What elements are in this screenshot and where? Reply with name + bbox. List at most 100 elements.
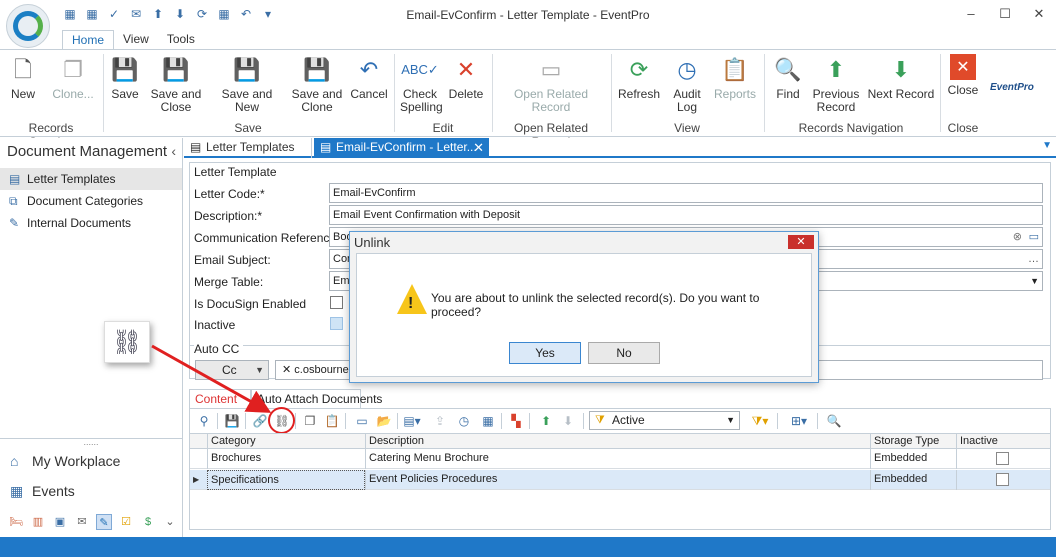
layout-dropdown-icon[interactable]: ⊞▾	[785, 412, 813, 430]
column-header-category[interactable]: Category	[207, 434, 365, 450]
tab-tools[interactable]: Tools	[158, 30, 204, 50]
bed-icon[interactable]: 🛏	[8, 514, 24, 530]
merge-table-label: Merge Table:	[194, 275, 264, 289]
audit-log-button[interactable]: ◷ Audit Log	[667, 54, 707, 114]
undo-arrow-icon: ↶	[359, 56, 379, 82]
building-icon[interactable]: ▥	[30, 514, 46, 530]
email-icon[interactable]: ✉	[74, 514, 90, 530]
paste-icon[interactable]: 📋	[323, 412, 341, 430]
table-row[interactable]: Brochures Catering Menu Brochure Embedde…	[190, 449, 1050, 469]
tab-email-evconfirm[interactable]: ▤ Email-EvConfirm - Letter... ✕	[314, 138, 489, 158]
document-tabs: ▤ Letter Templates ▤ Email-EvConfirm - L…	[184, 138, 1056, 158]
group-view: View	[674, 121, 700, 135]
cc-type-select[interactable]: Cc ▼	[195, 360, 269, 380]
tab-letter-templates[interactable]: ▤ Letter Templates	[184, 138, 312, 158]
check-spelling-button[interactable]: ABC✓ Check Spelling	[400, 54, 443, 114]
table-row[interactable]: ▶ Specifications Event Policies Procedur…	[190, 470, 1050, 490]
collapse-panel-icon[interactable]: ‹	[171, 143, 176, 159]
preview-icon[interactable]: 🔍	[825, 412, 843, 430]
remove-token-icon[interactable]: ✕	[282, 364, 291, 376]
history-icon[interactable]: ◷	[455, 412, 473, 430]
tab-view[interactable]: View	[114, 30, 158, 50]
tab-home[interactable]: Home	[62, 30, 115, 50]
yes-button[interactable]: Yes	[509, 342, 581, 364]
splitter-grip[interactable]: ......	[0, 438, 182, 447]
checklist-icon[interactable]: ☑	[118, 514, 134, 530]
column-header-storage-type[interactable]: Storage Type	[870, 434, 956, 450]
group-records-navigation: Records Navigation	[798, 121, 904, 135]
no-button[interactable]: No	[588, 342, 660, 364]
minimize-button[interactable]: –	[954, 0, 988, 28]
reports-button[interactable]: 📋 Reports	[712, 54, 758, 101]
unlink-callout-icon: ⛓	[104, 321, 150, 363]
column-header-inactive[interactable]: Inactive	[956, 434, 1050, 450]
save-layout-icon[interactable]: 💾	[223, 412, 241, 430]
move-down-icon[interactable]: ⬇	[559, 412, 577, 430]
previous-record-button[interactable]: ⬆ Previous Record	[812, 54, 860, 114]
invoice-icon[interactable]: $	[140, 514, 156, 530]
link-icon[interactable]: 🔗	[251, 412, 269, 430]
dialog-close-button[interactable]: ✕	[788, 235, 814, 249]
group-edit: Edit	[432, 121, 454, 135]
close-button[interactable]: ✕ Close	[944, 54, 982, 97]
section-title: Letter Template	[194, 165, 277, 179]
calendar-icon: ▦	[10, 483, 24, 499]
delete-button[interactable]: ✕ Delete	[446, 54, 486, 101]
tab-list-dropdown-icon[interactable]: ▼	[1042, 140, 1052, 151]
sidebar-item-letter-templates[interactable]: ▤ Letter Templates	[0, 168, 182, 190]
sidebar-item-document-categories[interactable]: ⧉ Document Categories	[0, 190, 182, 212]
ellipsis-button[interactable]: …	[1028, 250, 1039, 268]
save-button[interactable]: 💾 Save	[108, 54, 142, 101]
nav-my-workplace[interactable]: ⌂ My Workplace	[0, 446, 182, 476]
clear-icon[interactable]: ⊗	[1013, 228, 1022, 246]
cancel-button[interactable]: ↶ Cancel	[350, 54, 388, 101]
letter-code-input[interactable]: Email-EvConfirm	[329, 183, 1043, 203]
more-chevron-icon[interactable]: ⌄	[162, 514, 178, 530]
sidebar-item-internal-documents[interactable]: ✎ Internal Documents	[0, 212, 182, 234]
close-tab-icon[interactable]: ✕	[473, 138, 484, 157]
filter-dropdown-icon[interactable]: ⧩▾	[747, 412, 773, 430]
arrow-down-circle-icon: ⬇	[891, 56, 911, 82]
close-window-button[interactable]: ✕	[1022, 0, 1056, 28]
attach-paperclip-icon[interactable]: ⚲	[195, 412, 213, 430]
copy-icon[interactable]: ❐	[301, 412, 319, 430]
docusign-checkbox[interactable]	[330, 296, 343, 309]
save-and-new-button[interactable]: 💾 Save and New	[210, 54, 284, 114]
refresh-button[interactable]: ⟳ Refresh	[616, 54, 662, 101]
contact-card-icon[interactable]: ▣	[52, 514, 68, 530]
new-button[interactable]: 🗋 New	[6, 54, 40, 101]
row-inactive-checkbox[interactable]	[996, 473, 1009, 486]
magnifier-icon: 🔍	[774, 56, 802, 82]
color-legend-icon[interactable]: ▚	[507, 412, 525, 430]
status-filter-select[interactable]: ⧩ Active ▼	[589, 411, 740, 430]
clone-button[interactable]: ❐ Clone...	[48, 54, 98, 101]
cell-description: Catering Menu Brochure	[365, 449, 870, 469]
open-related-record-button[interactable]: ▭ Open Related Record	[498, 54, 604, 114]
nav-events[interactable]: ▦ Events	[0, 476, 182, 506]
save-and-close-button[interactable]: 💾 Save and Close	[148, 54, 204, 114]
save-and-clone-button[interactable]: 💾 Save and Clone	[290, 54, 344, 114]
column-header-description[interactable]: Description	[365, 434, 870, 450]
maximize-button[interactable]: ☐	[988, 0, 1022, 28]
row-inactive-checkbox[interactable]	[996, 452, 1009, 465]
new-window-icon[interactable]: ▭	[353, 412, 371, 430]
tab-auto-attach-documents[interactable]: Auto Attach Documents	[251, 389, 382, 408]
move-up-icon[interactable]: ⬆	[537, 412, 555, 430]
next-record-button[interactable]: ⬇ Next Record	[866, 54, 936, 101]
document-management-icon[interactable]: ✎	[96, 514, 112, 530]
clipboard-icon: 📋	[721, 56, 749, 82]
cell-category: Brochures	[207, 449, 365, 469]
tab-content[interactable]: Content	[189, 389, 251, 408]
open-folder-icon[interactable]: 📂	[375, 412, 393, 430]
dialog-body: ! You are about to unlink the selected r…	[356, 253, 812, 377]
find-button[interactable]: 🔍 Find	[770, 54, 806, 101]
left-panel: Document Management ‹ ▤ Letter Templates…	[0, 138, 183, 537]
dropdown-arrow-icon[interactable]: ▼	[1030, 272, 1039, 290]
inactive-checkbox[interactable]	[330, 317, 343, 330]
report-grid-icon[interactable]: ▦	[479, 412, 497, 430]
description-input[interactable]: Email Event Confirmation with Deposit	[329, 205, 1043, 225]
lookup-window-icon[interactable]: ▭	[1029, 228, 1039, 246]
export-icon[interactable]: ⇪	[431, 412, 449, 430]
refresh-icon: ⟳	[629, 56, 649, 82]
columns-dropdown-icon[interactable]: ▤▾	[403, 412, 421, 430]
